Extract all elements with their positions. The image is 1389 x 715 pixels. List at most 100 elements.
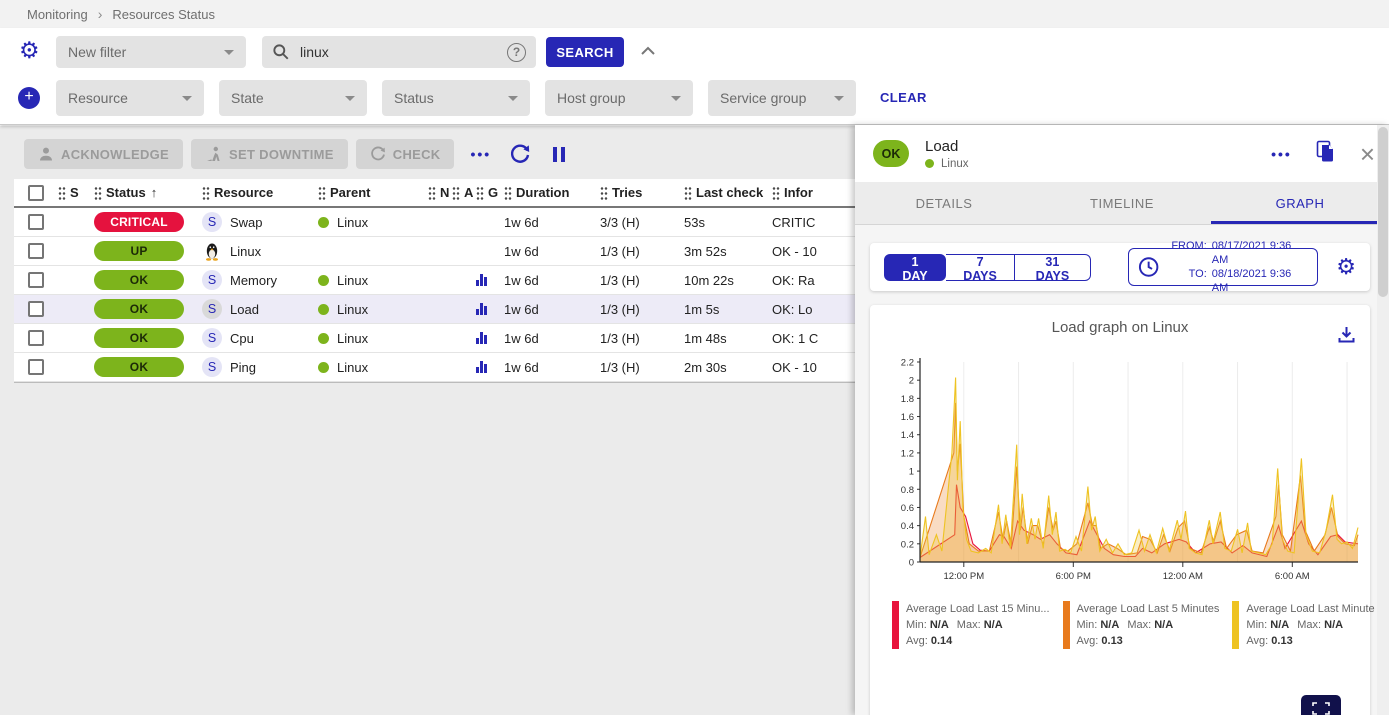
tries-value: 1/3 (H) (600, 353, 684, 381)
resources-status-page: Monitoring › Resources Status ⚙ New filt… (0, 0, 1389, 715)
service-badge: S (202, 212, 222, 232)
download-graph-icon[interactable] (1337, 325, 1356, 349)
select-all-checkbox[interactable] (28, 185, 44, 201)
breadcrumb-separator-icon: › (98, 6, 103, 22)
column-header-last-check[interactable]: Last check (684, 179, 772, 206)
column-header-notification[interactable]: N (428, 179, 452, 206)
column-header-tries[interactable]: Tries (600, 179, 684, 206)
row-checkbox[interactable] (28, 214, 44, 230)
drag-handle-icon[interactable] (94, 186, 102, 200)
drag-handle-icon[interactable] (600, 186, 608, 200)
row-checkbox[interactable] (28, 330, 44, 346)
drag-handle-icon[interactable] (772, 186, 780, 200)
column-header-acknowledged[interactable]: A (452, 179, 476, 206)
graph-settings-gear-icon[interactable]: ⚙ (1336, 254, 1356, 280)
row-checkbox[interactable] (28, 243, 44, 259)
status-badge: CRITICAL (94, 212, 184, 232)
column-header-duration[interactable]: Duration (504, 179, 600, 206)
scrollbar-thumb[interactable] (1378, 127, 1388, 297)
legend-item-load15[interactable]: Average Load Last 15 Minu... Min: N/AMax… (892, 601, 1050, 649)
column-header-graph[interactable]: G (476, 179, 504, 206)
drag-handle-icon[interactable] (202, 186, 210, 200)
state-filter-select[interactable]: State (219, 80, 367, 116)
search-input[interactable] (300, 44, 490, 60)
svg-text:1: 1 (909, 467, 914, 478)
fullscreen-icon (1311, 701, 1331, 715)
drag-handle-icon[interactable] (504, 186, 512, 200)
last-check-value: 1m 5s (684, 295, 772, 323)
load-graph-svg[interactable]: 00.20.40.60.811.21.41.61.822.212:00 PM6:… (880, 350, 1366, 590)
column-header-severity[interactable]: S (58, 179, 94, 206)
row-checkbox[interactable] (28, 301, 44, 317)
service-badge: S (202, 357, 222, 377)
resource-name: Swap (230, 215, 263, 230)
acknowledge-button[interactable]: ACKNOWLEDGE (24, 139, 183, 169)
legend-item-load5[interactable]: Average Load Last 5 Minutes Min: N/AMax:… (1063, 601, 1220, 649)
range-7-days-button[interactable]: 7 DAYS (946, 254, 1015, 281)
breadcrumb-resources-status[interactable]: Resources Status (112, 7, 215, 22)
pause-refresh-button[interactable] (553, 147, 565, 162)
tab-details[interactable]: DETAILS (855, 182, 1033, 224)
parent-name: Linux (337, 215, 368, 230)
panel-parent: Linux (941, 158, 969, 170)
graph-chart-icon[interactable] (476, 303, 487, 315)
service-group-filter-select[interactable]: Service group (708, 80, 856, 116)
clear-filters-button[interactable]: CLEAR (880, 90, 927, 105)
column-header-status[interactable]: Status↑ (94, 179, 202, 206)
resource-filter-select[interactable]: Resource (56, 80, 204, 116)
row-checkbox[interactable] (28, 359, 44, 375)
row-checkbox[interactable] (28, 272, 44, 288)
legend-item-load1[interactable]: Average Load Last Minute Min: N/AMax: N/… (1232, 601, 1374, 649)
panel-more-actions-icon[interactable]: ••• (1271, 146, 1292, 162)
graph-chart-icon[interactable] (476, 274, 487, 286)
resource-name: Ping (230, 360, 256, 375)
status-filter-select[interactable]: Status (382, 80, 530, 116)
svg-text:1.8: 1.8 (901, 394, 914, 405)
column-header-resource[interactable]: Resource (202, 179, 318, 206)
more-actions-icon[interactable]: ••• (470, 146, 491, 162)
fullscreen-button[interactable] (1301, 695, 1341, 715)
status-badge: OK (94, 270, 184, 290)
search-box[interactable]: ? (262, 36, 536, 68)
breadcrumb-monitoring[interactable]: Monitoring (27, 7, 88, 22)
drag-handle-icon[interactable] (684, 186, 692, 200)
drag-handle-icon[interactable] (452, 186, 460, 200)
check-button[interactable]: CHECK (356, 139, 455, 169)
drag-handle-icon[interactable] (58, 186, 66, 200)
service-badge: S (202, 328, 222, 348)
service-badge: S (202, 270, 222, 290)
graph-chart-icon[interactable] (476, 332, 487, 344)
service-badge: S (202, 299, 222, 319)
close-panel-icon[interactable]: × (1360, 144, 1375, 164)
custom-time-period-button[interactable]: FROM:08/17/2021 9:36 AM TO:08/18/2021 9:… (1128, 248, 1319, 286)
last-check-value: 10m 22s (684, 266, 772, 294)
tab-graph[interactable]: GRAPH (1211, 182, 1389, 224)
panel-scrollbar[interactable] (1377, 125, 1389, 715)
search-help-icon[interactable]: ? (507, 43, 526, 62)
drag-handle-icon[interactable] (428, 186, 436, 200)
graph-title: Load graph on Linux (880, 319, 1360, 336)
graph-chart-icon[interactable] (476, 361, 487, 373)
drag-handle-icon[interactable] (318, 186, 326, 200)
add-criteria-button[interactable]: + (18, 87, 40, 109)
resource-filter-label: Resource (68, 90, 128, 106)
range-1-day-button[interactable]: 1 DAY (884, 254, 946, 281)
person-icon (38, 146, 54, 162)
collapse-filters-chevron-icon[interactable] (640, 44, 656, 62)
last-check-value: 53s (684, 208, 772, 236)
svg-text:0.4: 0.4 (901, 521, 914, 532)
panel-body: 1 DAY 7 DAYS 31 DAYS FROM:08/17/2021 9:3… (855, 225, 1389, 715)
tab-timeline[interactable]: TIMELINE (1033, 182, 1211, 224)
host-group-filter-select[interactable]: Host group (545, 80, 693, 116)
refresh-button[interactable] (509, 143, 531, 165)
filter-settings-gear-icon[interactable]: ⚙ (19, 39, 40, 62)
drag-handle-icon[interactable] (476, 186, 484, 200)
saved-filter-select[interactable]: New filter (56, 36, 246, 68)
copy-link-icon[interactable] (1316, 140, 1336, 167)
search-button[interactable]: SEARCH (546, 37, 624, 67)
set-downtime-button[interactable]: SET DOWNTIME (191, 139, 348, 169)
column-header-parent[interactable]: Parent (318, 179, 428, 206)
duration-value: 1w 6d (504, 237, 600, 265)
range-31-days-button[interactable]: 31 DAYS (1015, 254, 1091, 281)
svg-text:2: 2 (909, 376, 914, 387)
